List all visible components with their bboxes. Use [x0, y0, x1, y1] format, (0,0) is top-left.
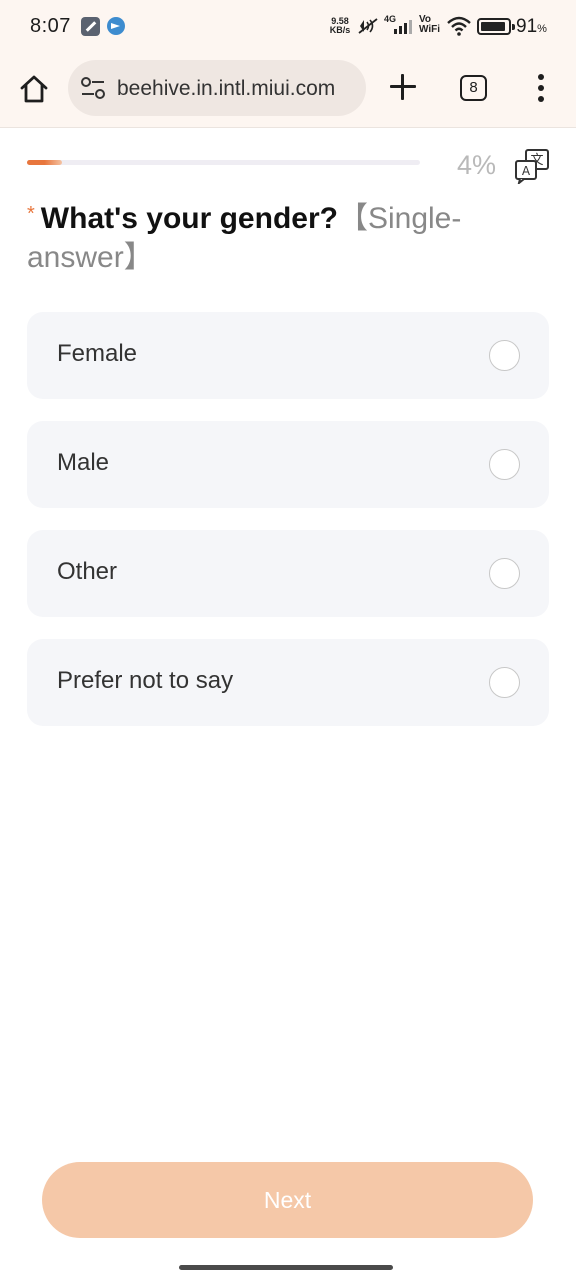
survey-progress-bar — [27, 160, 420, 165]
address-bar[interactable]: beehive.in.intl.miui.com — [68, 60, 366, 116]
site-settings-icon[interactable] — [80, 76, 106, 100]
battery-percent: 91% — [516, 16, 547, 37]
battery-icon — [477, 18, 515, 35]
new-tab-icon[interactable] — [389, 73, 417, 101]
option-other[interactable]: Other — [27, 530, 549, 617]
radio-button[interactable] — [489, 340, 520, 371]
option-female[interactable]: Female — [27, 312, 549, 399]
question-text: What's your gender? — [40, 202, 338, 235]
home-icon[interactable] — [19, 74, 49, 104]
radio-button[interactable] — [489, 667, 520, 698]
network-speed: 9.58 KB/s — [327, 17, 353, 35]
option-male[interactable]: Male — [27, 421, 549, 508]
translate-icon[interactable]: 文 A — [513, 148, 551, 184]
telegram-icon — [107, 17, 125, 35]
option-label: Other — [57, 558, 118, 585]
vowifi-indicator: Vo WiFi — [419, 15, 440, 35]
status-bar: 8:07 9.58 KB/s 4G Vo WiFi 91% — [0, 0, 576, 54]
survey-progress-label: 4% — [457, 150, 497, 180]
next-button[interactable]: Next — [42, 1162, 533, 1238]
mute-icon — [358, 18, 378, 34]
radio-button[interactable] — [489, 558, 520, 589]
question-title: * What's your gender?【Single-answer】 — [27, 195, 537, 277]
menu-icon[interactable] — [537, 74, 545, 102]
browser-toolbar: beehive.in.intl.miui.com 8 — [0, 54, 576, 128]
home-indicator[interactable] — [179, 1265, 393, 1270]
tab-switcher-icon[interactable]: 8 — [460, 75, 487, 101]
survey-progress-fill — [27, 160, 63, 165]
wrench-icon — [81, 17, 100, 36]
option-prefer-not-to-say[interactable]: Prefer not to say — [27, 639, 549, 726]
option-label: Female — [57, 340, 138, 367]
option-label: Male — [57, 449, 110, 476]
vowifi-bottom: WiFi — [419, 24, 441, 35]
required-mark: * — [27, 203, 35, 225]
signal-icon: 4G — [384, 14, 414, 36]
svg-text:A: A — [522, 164, 531, 178]
option-label: Prefer not to say — [57, 667, 234, 694]
radio-button[interactable] — [489, 449, 520, 480]
status-time: 8:07 — [30, 15, 71, 37]
signal-label: 4G — [384, 14, 397, 24]
network-speed-unit: KB/s — [329, 25, 351, 35]
url-text[interactable]: beehive.in.intl.miui.com — [117, 77, 335, 101]
wifi-icon — [447, 16, 471, 36]
